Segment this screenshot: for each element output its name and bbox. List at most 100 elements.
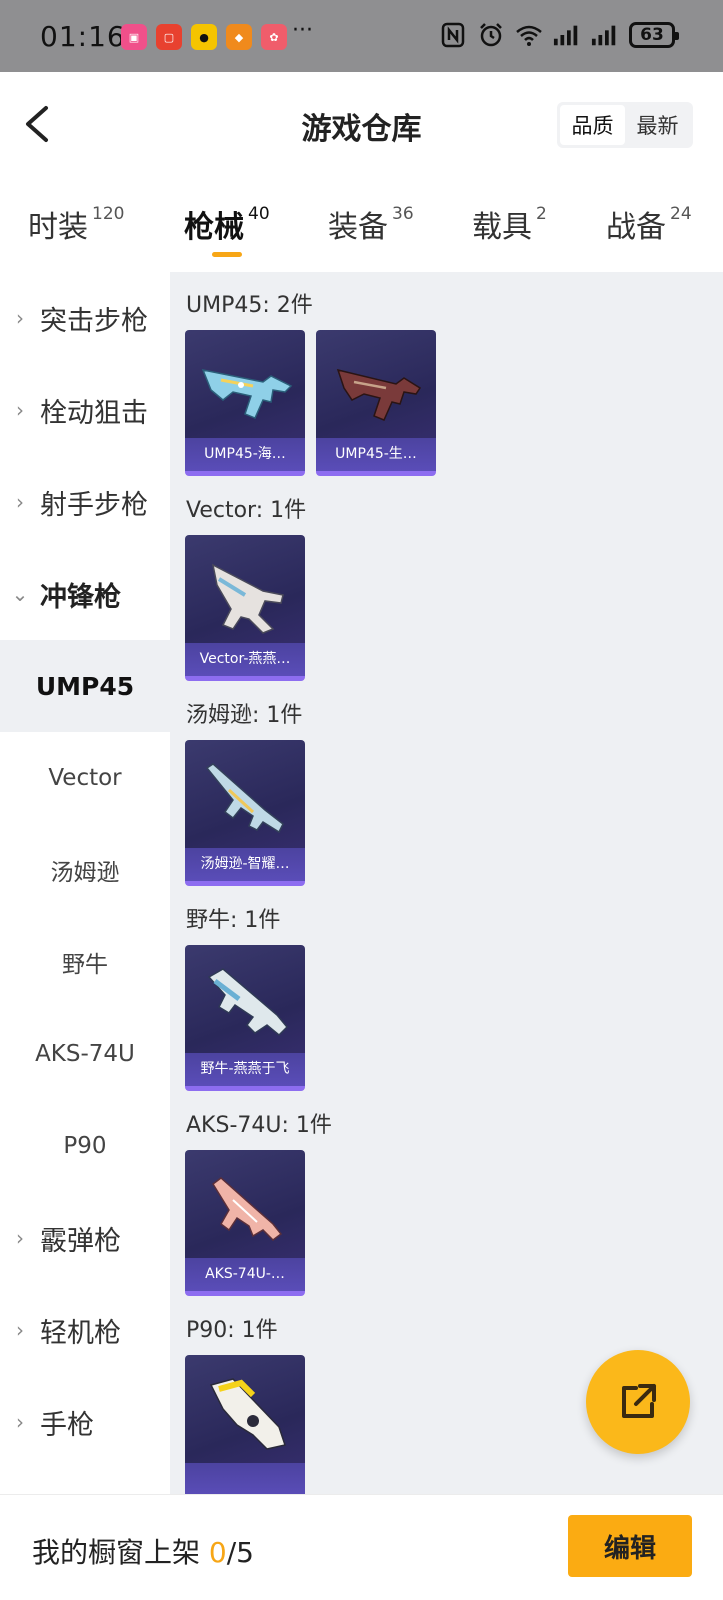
skin-card[interactable]: Vector-燕燕… bbox=[185, 535, 305, 681]
notification-icons: ▣ ▢ ● ◆ ✿ bbox=[121, 24, 287, 50]
showcase-listed-count: 0 bbox=[208, 1536, 227, 1569]
more-notifications: ··· bbox=[292, 18, 313, 43]
tab-equipment[interactable]: 装备 36 bbox=[328, 202, 414, 246]
app-notification-icon: ✿ bbox=[261, 24, 287, 50]
sidebar-item-label: 栓动狙击 bbox=[40, 397, 148, 429]
group-title: AKS-74U: 1件 bbox=[186, 1113, 332, 1138]
sidebar-subitem-p90[interactable]: P90 bbox=[0, 1100, 170, 1192]
smg-skin-icon bbox=[201, 368, 293, 419]
tab-firearms[interactable]: 枪械 40 bbox=[184, 202, 270, 246]
page-header: 游戏仓库 品质 最新 bbox=[0, 72, 723, 176]
nfc-icon bbox=[439, 20, 467, 50]
sidebar-item-label: 手枪 bbox=[40, 1409, 94, 1441]
sidebar-subitem-aks74u[interactable]: AKS-74U bbox=[0, 1008, 170, 1100]
showcase-bar: 我的橱窗上架 0/5 编辑 bbox=[0, 1494, 723, 1600]
skin-card[interactable]: 汤姆逊-智耀… bbox=[185, 740, 305, 886]
status-bar: 01:16 ▣ ▢ ● ◆ ✿ ··· 63 bbox=[0, 0, 723, 72]
sidebar-item-lmg[interactable]: › 轻机枪 bbox=[0, 1284, 170, 1376]
app-notification-icon: ◆ bbox=[226, 24, 252, 50]
app-notification-icon: ▣ bbox=[121, 24, 147, 50]
skin-name: UMP45-生… bbox=[316, 438, 436, 471]
tab-vehicles[interactable]: 载具 2 bbox=[472, 202, 547, 246]
sidebar-item-smg[interactable]: ⌄ 冲锋枪 bbox=[0, 548, 170, 640]
category-tabs: 时装 120 枪械 40 装备 36 载具 2 战备 24 bbox=[0, 176, 723, 272]
app-notification-icon: ▢ bbox=[156, 24, 182, 50]
tab-count: 36 bbox=[392, 204, 414, 224]
signal-icon bbox=[591, 20, 619, 50]
sort-by-newest[interactable]: 最新 bbox=[625, 105, 690, 145]
showcase-status: 我的橱窗上架 0/5 bbox=[32, 1531, 254, 1571]
chevron-right-icon: › bbox=[16, 398, 24, 422]
tab-count: 2 bbox=[536, 204, 547, 224]
sidebar-subitem-bizon[interactable]: 野牛 bbox=[0, 916, 170, 1008]
weapon-skin-list: UMP45: 2件 UMP45-海… UMP45-生… Vector: 1件 V… bbox=[170, 272, 723, 1494]
skin-card[interactable]: 野牛-燕燕于飞 bbox=[185, 945, 305, 1091]
skin-name bbox=[185, 1463, 305, 1494]
smg-skin-icon bbox=[336, 368, 422, 421]
weapon-category-sidebar: › 突击步枪 › 栓动狙击 › 射手步枪 ⌄ 冲锋枪 UMP45 Vector … bbox=[0, 272, 170, 1494]
tab-supplies[interactable]: 战备 24 bbox=[606, 202, 692, 246]
skin-card[interactable]: AKS-74U-… bbox=[185, 1150, 305, 1296]
tab-label: 枪械 bbox=[184, 210, 244, 245]
wifi-icon bbox=[515, 20, 543, 50]
active-tab-indicator bbox=[212, 252, 242, 257]
share-icon bbox=[622, 1384, 656, 1418]
sidebar-item-pistol[interactable]: › 手枪 bbox=[0, 1376, 170, 1468]
edit-button[interactable]: 编辑 bbox=[568, 1515, 692, 1577]
skin-card[interactable]: UMP45-海… bbox=[185, 330, 305, 476]
tab-count: 120 bbox=[92, 204, 125, 224]
sidebar-item-bolt-sniper[interactable]: › 栓动狙击 bbox=[0, 364, 170, 456]
sidebar-subitem-ump45[interactable]: UMP45 bbox=[0, 640, 170, 732]
skin-card[interactable] bbox=[185, 1355, 305, 1494]
skin-name: 野牛-燕燕于飞 bbox=[185, 1053, 305, 1086]
battery-icon: 63 bbox=[629, 22, 679, 48]
chevron-right-icon: › bbox=[16, 490, 24, 514]
chevron-right-icon: › bbox=[16, 1410, 24, 1434]
sort-by-quality[interactable]: 品质 bbox=[560, 105, 625, 145]
chevron-right-icon: › bbox=[16, 306, 24, 330]
status-time: 01:16 bbox=[40, 20, 126, 53]
tab-count: 40 bbox=[248, 204, 270, 224]
sidebar-item-label: 突击步枪 bbox=[40, 305, 148, 337]
sidebar-subitem-vector[interactable]: Vector bbox=[0, 732, 170, 824]
rifle-skin-icon bbox=[212, 1177, 283, 1241]
app-notification-icon: ● bbox=[191, 24, 217, 50]
tab-label: 战备 bbox=[606, 210, 666, 245]
skin-name: Vector-燕燕… bbox=[185, 643, 305, 676]
sidebar-item-label: 轻机枪 bbox=[40, 1317, 121, 1349]
group-title: 汤姆逊: 1件 bbox=[186, 703, 303, 728]
sidebar-item-assault-rifle[interactable]: › 突击步枪 bbox=[0, 272, 170, 364]
sidebar-item-shotgun[interactable]: › 霰弹枪 bbox=[0, 1192, 170, 1284]
showcase-label: 我的橱窗上架 bbox=[32, 1536, 201, 1569]
skin-card[interactable]: UMP45-生… bbox=[316, 330, 436, 476]
tab-count: 24 bbox=[670, 204, 692, 224]
group-title: 野牛: 1件 bbox=[186, 908, 281, 933]
tab-label: 时装 bbox=[28, 210, 88, 245]
skin-name: AKS-74U-… bbox=[185, 1258, 305, 1291]
smg-skin-icon bbox=[211, 563, 284, 634]
chevron-right-icon: › bbox=[16, 1226, 24, 1250]
chevron-down-icon: ⌄ bbox=[11, 582, 29, 606]
smg-skin-icon bbox=[207, 968, 289, 1037]
group-title: Vector: 1件 bbox=[186, 498, 307, 523]
tab-label: 载具 bbox=[472, 210, 532, 245]
group-title: UMP45: 2件 bbox=[186, 293, 313, 318]
skin-name: 汤姆逊-智耀… bbox=[185, 848, 305, 881]
group-title: P90: 1件 bbox=[186, 1318, 278, 1343]
tab-fashion[interactable]: 时装 120 bbox=[28, 202, 124, 246]
sort-toggle: 品质 最新 bbox=[557, 102, 693, 148]
skin-name: UMP45-海… bbox=[185, 438, 305, 471]
signal-icon bbox=[553, 20, 581, 50]
smg-skin-icon bbox=[205, 763, 284, 834]
alarm-icon bbox=[477, 20, 505, 50]
sidebar-item-label: 霰弹枪 bbox=[40, 1225, 121, 1257]
chevron-right-icon: › bbox=[16, 1318, 24, 1342]
showcase-total: /5 bbox=[226, 1536, 254, 1569]
share-button[interactable] bbox=[586, 1350, 690, 1454]
sidebar-item-label: 射手步枪 bbox=[40, 489, 148, 521]
tab-label: 装备 bbox=[328, 210, 388, 245]
sidebar-item-marksman-rifle[interactable]: › 射手步枪 bbox=[0, 456, 170, 548]
sidebar-subitem-thompson[interactable]: 汤姆逊 bbox=[0, 824, 170, 916]
sidebar-item-label: 冲锋枪 bbox=[40, 581, 121, 613]
smg-skin-icon bbox=[209, 1378, 286, 1450]
